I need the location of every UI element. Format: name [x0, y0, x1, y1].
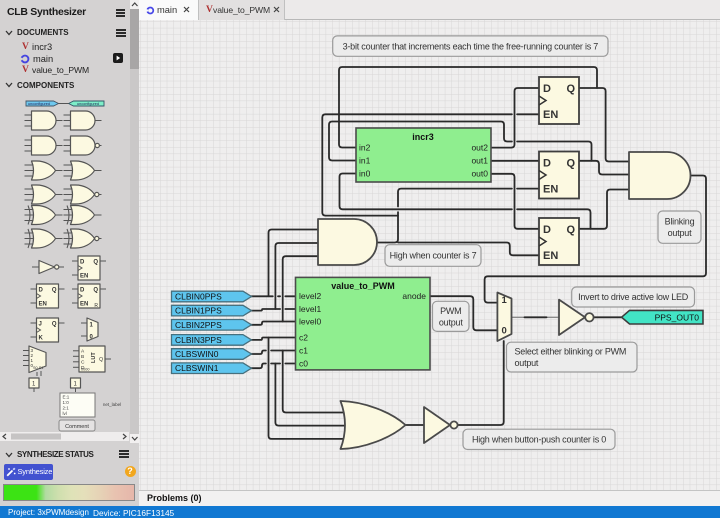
svg-text:level1: level1 [299, 304, 321, 314]
svg-text:CLBSWIN1: CLBSWIN1 [175, 363, 219, 373]
svg-text:PPS_OUT0: PPS_OUT0 [655, 312, 700, 322]
svg-text:level2: level2 [299, 291, 321, 301]
svg-text:Q: Q [93, 288, 98, 294]
svg-text:incr3: incr3 [412, 132, 434, 142]
svg-text:EN: EN [80, 274, 88, 280]
svg-text:D: D [39, 288, 44, 294]
svg-text:LUT: LUT [91, 352, 97, 363]
svg-text:EN: EN [543, 184, 558, 196]
svg-text:out2: out2 [471, 143, 488, 153]
svg-text:lvl: lvl [63, 411, 67, 416]
svg-text:PWM: PWM [440, 306, 461, 316]
svg-text:CLBIN2PPS: CLBIN2PPS [175, 320, 222, 330]
svg-text:output: output [439, 317, 463, 327]
svg-text:E:1: E:1 [63, 395, 70, 400]
svg-text:Blinking: Blinking [665, 217, 695, 227]
svg-text:Select either blinking or PWM: Select either blinking or PWM [515, 347, 627, 357]
svg-text:output: output [668, 228, 692, 238]
svg-text:0000: 0000 [81, 368, 89, 372]
svg-text:Q: Q [566, 158, 575, 170]
svg-text:out0: out0 [471, 169, 488, 179]
svg-text:c0: c0 [299, 359, 308, 369]
svg-text:CLBIN3PPS: CLBIN3PPS [175, 335, 222, 345]
svg-text:Comment: Comment [65, 424, 89, 430]
svg-text:value_to_PWM: value_to_PWM [331, 281, 395, 291]
svg-text:D: D [543, 158, 551, 170]
svg-text:EN: EN [543, 109, 558, 121]
svg-text:K: K [39, 336, 44, 342]
svg-text:0: 0 [502, 326, 507, 337]
svg-text:Q: Q [52, 322, 57, 328]
svg-text:B: B [81, 354, 84, 360]
svg-text:unconfigured: unconfigured [28, 102, 50, 106]
svg-text:net_label: net_label [103, 402, 121, 407]
svg-text:in2: in2 [359, 143, 371, 153]
svg-text:Q: Q [566, 224, 575, 236]
svg-text:c1: c1 [299, 346, 308, 356]
svg-text:CLBIN1PPS: CLBIN1PPS [175, 306, 222, 316]
svg-text:D: D [543, 224, 551, 236]
svg-text:1: 1 [502, 295, 508, 306]
svg-text:out1: out1 [471, 156, 488, 166]
svg-text:in1: in1 [359, 156, 371, 166]
svg-text:EN: EN [543, 250, 558, 262]
svg-text:S0 S1: S0 S1 [33, 366, 43, 370]
svg-text:unconfigured: unconfigured [77, 102, 99, 106]
svg-text:CLBSWIN0: CLBSWIN0 [175, 349, 219, 359]
svg-text:in0: in0 [359, 169, 371, 179]
svg-text:output: output [515, 358, 539, 368]
svg-text:EN: EN [39, 302, 47, 308]
svg-text:D: D [543, 83, 551, 95]
svg-text:c2: c2 [299, 333, 308, 343]
svg-text:anode: anode [402, 291, 426, 301]
svg-text:Q: Q [99, 357, 103, 363]
svg-text:3-bit counter that increments: 3-bit counter that increments each time … [343, 41, 599, 51]
svg-text:Q: Q [566, 83, 575, 95]
svg-text:C: C [81, 360, 85, 366]
svg-text:2:1: 2:1 [63, 406, 70, 411]
svg-text:J: J [39, 322, 42, 328]
svg-text:High when counter is 7: High when counter is 7 [390, 251, 477, 261]
svg-text:CLBIN0PPS: CLBIN0PPS [175, 292, 222, 302]
svg-text:D: D [80, 288, 85, 294]
svg-text:Q: Q [52, 288, 57, 294]
svg-text:EN: EN [80, 302, 88, 308]
svg-text:1:0: 1:0 [63, 400, 70, 405]
svg-text:D: D [80, 260, 85, 266]
svg-text:R: R [94, 303, 98, 309]
svg-text:Invert to drive active low LED: Invert to drive active low LED [578, 292, 689, 302]
svg-text:Q: Q [93, 260, 98, 266]
svg-text:level0: level0 [299, 317, 321, 327]
svg-text:High when button-push counter: High when button-push counter is 0 [472, 435, 606, 445]
